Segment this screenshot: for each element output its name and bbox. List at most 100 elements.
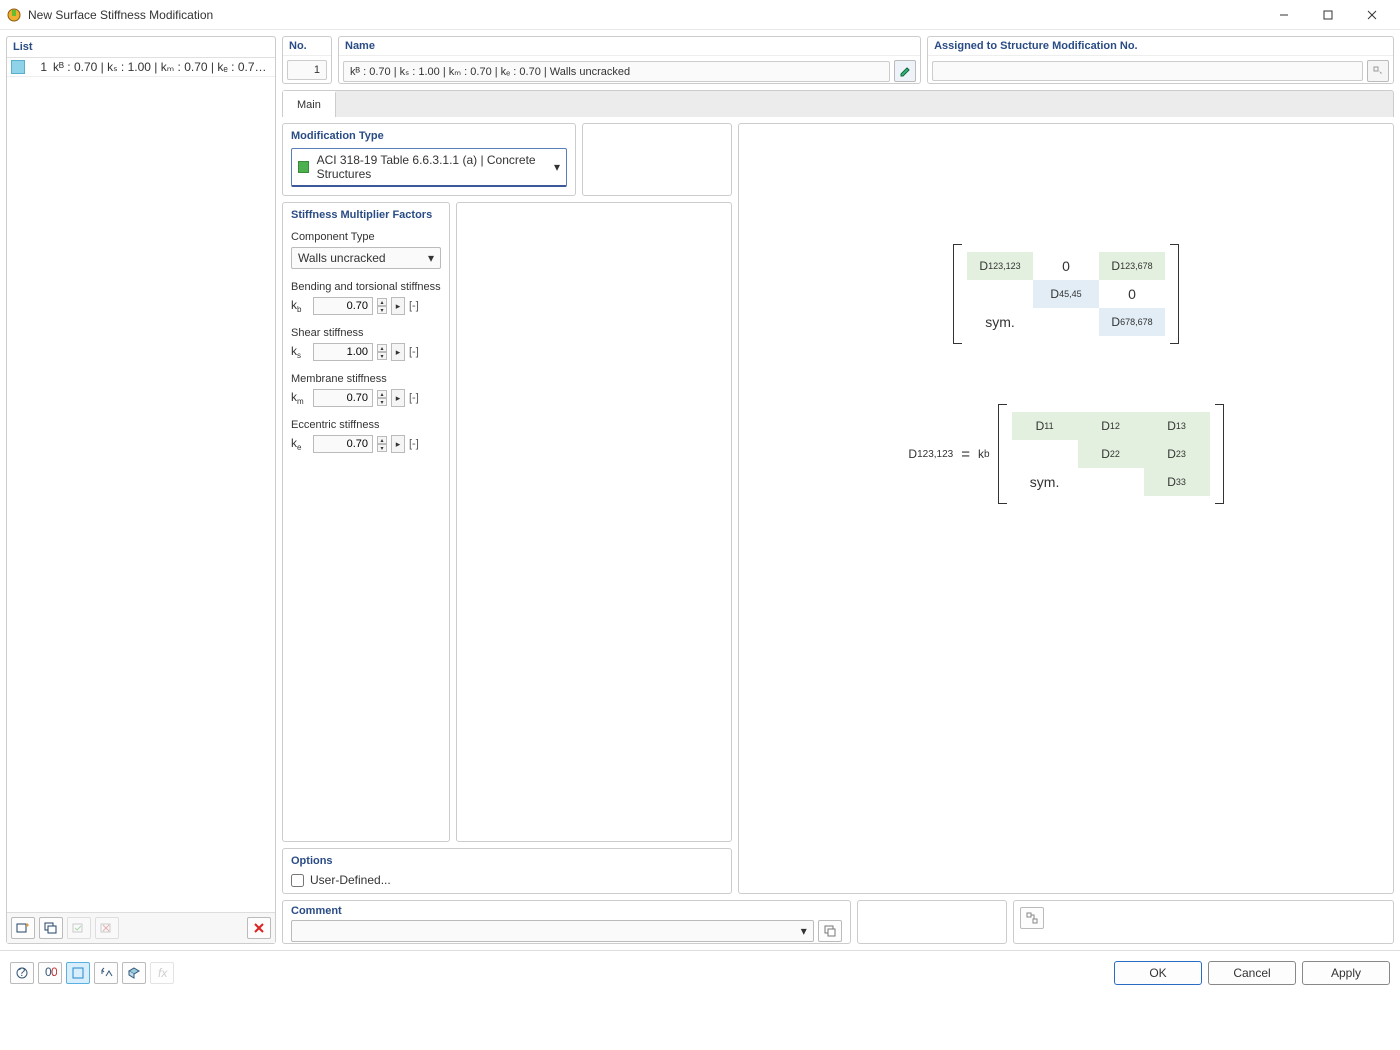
modtype-spacer [582, 123, 732, 196]
ks-input[interactable] [313, 343, 373, 361]
ke-menu-button[interactable]: ▸ [391, 435, 405, 453]
km-input[interactable] [313, 389, 373, 407]
factors-spacer [456, 202, 732, 842]
comment-spacer [857, 900, 1007, 944]
equation-lhs: D123,123 [908, 447, 953, 461]
list-toolbar [7, 912, 275, 943]
list-header: List [7, 37, 275, 58]
window-title: New Surface Stiffness Modification [28, 8, 1262, 22]
eccentric-label: Eccentric stiffness [291, 419, 441, 431]
stiffness-factors-header: Stiffness Multiplier Factors [291, 209, 441, 221]
options-header: Options [291, 855, 723, 867]
name-field[interactable]: kᴮ : 0.70 | kₛ : 1.00 | kₘ : 0.70 | kₑ :… [343, 61, 890, 82]
assigned-box: Assigned to Structure Modification No. [927, 36, 1394, 84]
cancel-button[interactable]: Cancel [1208, 961, 1296, 985]
equation-factor: kb [978, 447, 990, 461]
svg-text:fx: fx [158, 966, 168, 980]
global-matrix: D123,123 0 D123,678 D45,45 0 sym. [953, 244, 1179, 344]
pick-assigned-button[interactable] [1367, 60, 1389, 82]
km-unit: [-] [409, 392, 419, 404]
app-icon [6, 7, 22, 23]
modification-type-value: ACI 318-19 Table 6.6.3.1.1 (a) | Concret… [317, 153, 554, 181]
title-bar: New Surface Stiffness Modification [0, 0, 1400, 30]
edit-name-button[interactable] [894, 60, 916, 82]
list-panel: List 1 kᴮ : 0.70 | kₛ : 1.00 | kₘ : 0.70… [6, 36, 276, 944]
preview-tools-box [1013, 900, 1394, 944]
maximize-button[interactable] [1306, 1, 1350, 29]
user-defined-checkbox[interactable]: User-Defined... [291, 873, 723, 887]
include-button[interactable] [67, 917, 91, 939]
modification-type-box: Modification Type ACI 318-19 Table 6.6.3… [282, 123, 576, 196]
membrane-label: Membrane stiffness [291, 373, 441, 385]
help-button[interactable]: ? [10, 962, 34, 984]
view-model-button[interactable] [94, 962, 118, 984]
bottom-bar: ? 0.00 fx OK Cancel Apply [0, 950, 1400, 994]
km-spinner[interactable]: ▴▾ [377, 390, 387, 406]
ks-symbol: ks [291, 344, 309, 360]
sub-matrix: D11 D12 D13 D22 D23 sym. D33 [998, 404, 1224, 504]
name-box: Name kᴮ : 0.70 | kₛ : 1.00 | kₘ : 0.70 |… [338, 36, 921, 84]
comment-edit-button[interactable] [818, 920, 842, 942]
kb-input[interactable] [313, 297, 373, 315]
duplicate-item-button[interactable] [39, 917, 63, 939]
ks-spinner[interactable]: ▴▾ [377, 344, 387, 360]
minimize-button[interactable] [1262, 1, 1306, 29]
comment-dropdown[interactable]: ▾ [291, 920, 814, 942]
view-surface-button[interactable] [66, 962, 90, 984]
number-field[interactable]: 1 [287, 60, 327, 80]
assigned-header: Assigned to Structure Modification No. [928, 37, 1393, 56]
ke-symbol: ke [291, 436, 309, 452]
ke-spinner[interactable]: ▴▾ [377, 436, 387, 452]
component-type-label: Component Type [291, 231, 441, 243]
list-item-text: kᴮ : 0.70 | kₛ : 1.00 | kₘ : 0.70 | kₑ :… [53, 60, 271, 74]
assigned-field[interactable] [932, 61, 1363, 81]
chevron-down-icon: ▾ [554, 160, 560, 174]
view-render-button[interactable] [122, 962, 146, 984]
shear-label: Shear stiffness [291, 327, 441, 339]
close-button[interactable] [1350, 1, 1394, 29]
delete-item-button[interactable] [247, 917, 271, 939]
name-header: Name [339, 37, 920, 56]
comment-header: Comment [291, 905, 842, 917]
tab-bar: Main [282, 90, 1394, 117]
km-menu-button[interactable]: ▸ [391, 389, 405, 407]
ke-input[interactable] [313, 435, 373, 453]
preview-panel: D123,123 0 D123,678 D45,45 0 sym. [738, 123, 1394, 894]
kb-spinner[interactable]: ▴▾ [377, 298, 387, 314]
modification-type-header: Modification Type [291, 130, 567, 142]
number-box: No. 1 [282, 36, 332, 84]
ke-unit: [-] [409, 438, 419, 450]
tab-main[interactable]: Main [283, 91, 336, 117]
user-defined-input[interactable] [291, 874, 304, 887]
user-defined-label: User-Defined... [310, 873, 391, 887]
equation-eq: = [961, 446, 970, 463]
kb-unit: [-] [409, 300, 419, 312]
ks-unit: [-] [409, 346, 419, 358]
km-symbol: km [291, 390, 309, 406]
ok-button[interactable]: OK [1114, 961, 1202, 985]
chevron-down-icon: ▾ [428, 251, 434, 265]
list-body [7, 77, 275, 912]
exclude-button[interactable] [95, 917, 119, 939]
apply-button[interactable]: Apply [1302, 961, 1390, 985]
number-header: No. [283, 37, 331, 56]
ks-menu-button[interactable]: ▸ [391, 343, 405, 361]
units-button[interactable]: 0.00 [38, 962, 62, 984]
modification-type-dropdown[interactable]: ACI 318-19 Table 6.6.3.1.1 (a) | Concret… [291, 148, 567, 187]
function-button[interactable]: fx [150, 962, 174, 984]
kb-menu-button[interactable]: ▸ [391, 297, 405, 315]
stiffness-factors-box: Stiffness Multiplier Factors Component T… [282, 202, 450, 842]
svg-text:00: 00 [51, 966, 57, 979]
component-type-dropdown[interactable]: Walls uncracked ▾ [291, 247, 441, 269]
modification-type-swatch [298, 161, 309, 173]
options-box: Options User-Defined... [282, 848, 732, 894]
preview-settings-button[interactable] [1020, 907, 1044, 929]
svg-text:?: ? [19, 966, 26, 979]
list-item-swatch [11, 60, 25, 74]
new-item-button[interactable] [11, 917, 35, 939]
component-type-value: Walls uncracked [298, 251, 386, 265]
list-item[interactable]: 1 kᴮ : 0.70 | kₛ : 1.00 | kₘ : 0.70 | kₑ… [7, 58, 275, 77]
chevron-down-icon: ▾ [801, 924, 807, 938]
bending-label: Bending and torsional stiffness [291, 281, 441, 293]
list-item-number: 1 [31, 60, 47, 74]
